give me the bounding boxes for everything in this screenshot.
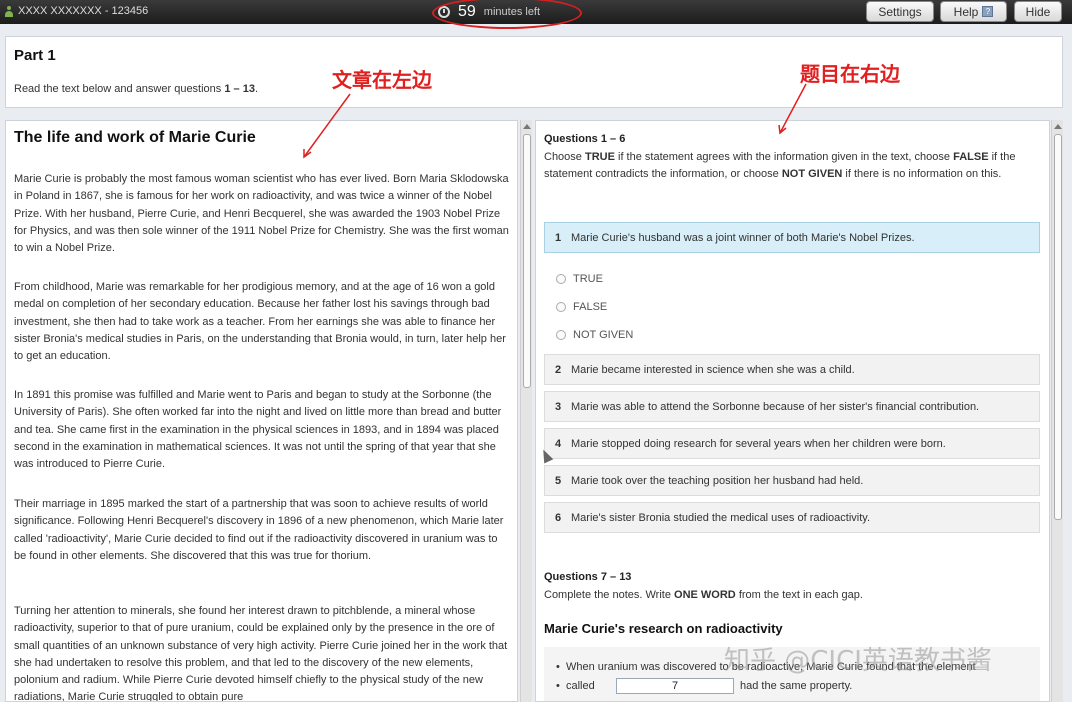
part-header: Part 1 Read the text below and answer qu… <box>5 36 1063 108</box>
person-icon <box>4 5 14 17</box>
passage-paragraph: Their marriage in 1895 marked the start … <box>14 498 504 562</box>
part-title: Part 1 <box>14 47 56 64</box>
question-number: 6 <box>554 511 562 524</box>
radio-button[interactable] <box>556 302 566 312</box>
question-text: Marie Curie's husband was a joint winner… <box>571 231 915 244</box>
passage-scrollbar[interactable] <box>520 120 532 702</box>
scroll-up-icon[interactable] <box>523 124 531 129</box>
question-row-5[interactable]: 5 Marie took over the teaching position … <box>544 465 1040 496</box>
hide-label: Hide <box>1025 4 1051 19</box>
timer-highlight-ring <box>432 0 582 29</box>
passage-paragraph: In 1891 this promise was fulfilled and M… <box>14 389 502 471</box>
radio-button[interactable] <box>556 330 566 340</box>
radio-button[interactable] <box>556 274 566 284</box>
help-label: Help <box>953 4 979 19</box>
option-label: TRUE <box>573 273 603 285</box>
settings-label: Settings <box>878 4 922 19</box>
question-row-6[interactable]: 6 Marie's sister Bronia studied the medi… <box>544 502 1040 533</box>
question-number: 4 <box>554 437 562 450</box>
candidate-info: XXXX XXXXXXX - 123456 <box>4 5 148 17</box>
hide-button[interactable]: Hide <box>1014 1 1062 22</box>
option-false[interactable]: FALSE <box>556 301 607 313</box>
question-number: 5 <box>554 474 562 487</box>
passage-title: The life and work of Marie Curie <box>14 129 256 146</box>
question-number: 2 <box>554 363 562 376</box>
questions-1-6-instruction: Choose TRUE if the statement agrees with… <box>544 151 1016 181</box>
question-text: Marie was able to attend the Sorbonne be… <box>571 400 980 413</box>
candidate-label: XXXX XXXXXXX - 123456 <box>18 5 149 17</box>
questions-1-6-heading: Questions 1 – 6 <box>544 133 626 145</box>
option-not-given[interactable]: NOT GIVEN <box>556 329 633 341</box>
help-icon: ? <box>982 6 994 17</box>
question-row-1[interactable]: 1 Marie Curie's husband was a joint winn… <box>544 222 1040 253</box>
question-text: Marie stopped doing research for several… <box>571 437 946 450</box>
annotation-left: 文章在左边 <box>332 68 432 92</box>
passage-paragraph: From childhood, Marie was remarkable for… <box>14 281 506 363</box>
questions-7-13-heading: Questions 7 – 13 <box>544 571 632 583</box>
note-after-gap: had the same property. <box>740 680 853 692</box>
watermark: 知乎 @CICI英语教书酱 <box>724 646 992 676</box>
questions-7-13-instruction: Complete the notes. Write ONE WORD from … <box>544 589 863 601</box>
scroll-up-icon[interactable] <box>1054 124 1062 129</box>
option-label: NOT GIVEN <box>573 329 634 341</box>
annotation-right: 题目在右边 <box>800 62 900 86</box>
passage-pane[interactable]: The life and work of Marie Curie Marie C… <box>5 120 518 702</box>
question-text: Marie became interested in science when … <box>571 363 855 376</box>
passage-paragraph: Marie Curie is probably the most famous … <box>14 173 509 255</box>
question-text: Marie's sister Bronia studied the medica… <box>571 511 871 524</box>
questions-scrollbar[interactable] <box>1051 120 1063 702</box>
passage-paragraph: Turning her attention to minerals, she f… <box>14 605 508 702</box>
question-number: 1 <box>554 231 562 244</box>
gap-input-7[interactable] <box>616 678 734 694</box>
questions-scroll-thumb[interactable] <box>1054 134 1062 520</box>
help-button[interactable]: Help ? <box>940 1 1007 22</box>
settings-button[interactable]: Settings <box>866 1 934 22</box>
question-row-2[interactable]: 2 Marie became interested in science whe… <box>544 354 1040 385</box>
passage-scroll-thumb[interactable] <box>523 134 531 388</box>
question-text: Marie took over the teaching position he… <box>571 474 864 487</box>
notes-title: Marie Curie's research on radioactivity <box>544 621 783 636</box>
question-number: 3 <box>554 400 562 413</box>
option-label: FALSE <box>573 301 608 313</box>
questions-pane[interactable]: Questions 1 – 6 Choose TRUE if the state… <box>535 120 1050 702</box>
question-row-3[interactable]: 3 Marie was able to attend the Sorbonne … <box>544 391 1040 422</box>
question-row-4[interactable]: 4 Marie stopped doing research for sever… <box>544 428 1040 459</box>
option-true[interactable]: TRUE <box>556 273 603 285</box>
note-called-label: called <box>556 680 595 692</box>
part-instruction: Read the text below and answer questions… <box>14 83 259 95</box>
